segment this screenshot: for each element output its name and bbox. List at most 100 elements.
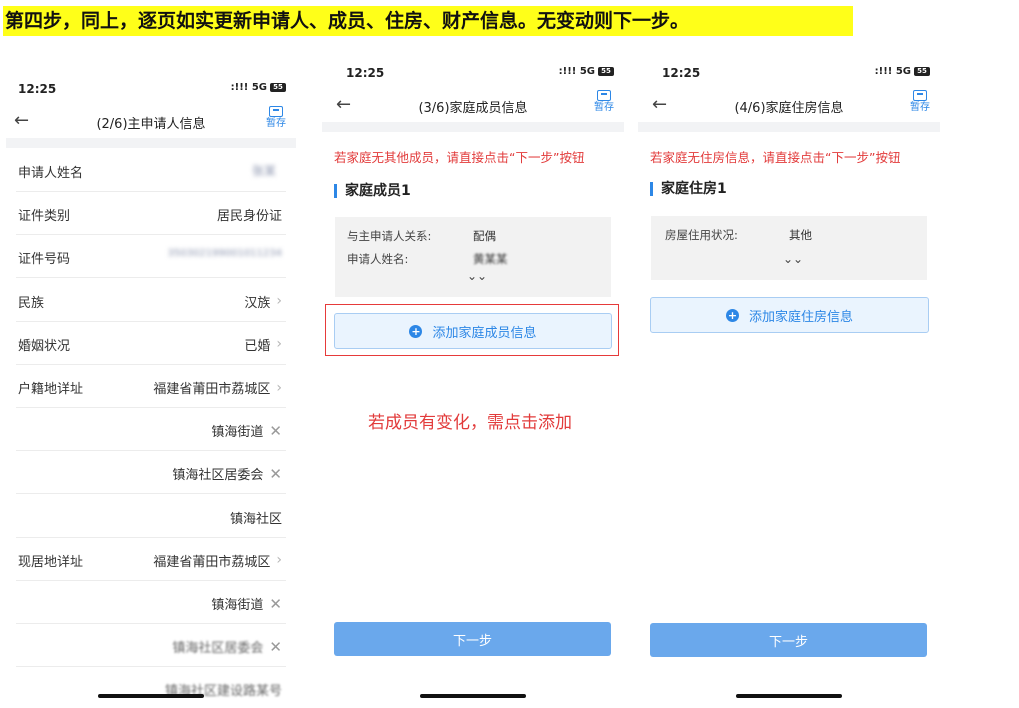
clear-icon[interactable]: ✕: [269, 422, 282, 440]
add-housing-button[interactable]: + 添加家庭住房信息: [650, 297, 929, 333]
field-value: 黄某某: [473, 252, 508, 266]
field-value: 配偶: [473, 229, 496, 243]
field-value: 350302199001011234: [167, 248, 282, 259]
home-indicator: [98, 694, 204, 698]
value-text: 镇海社区居委会: [172, 468, 264, 484]
form-row: 镇海街道 ✕: [16, 407, 286, 452]
form-row: 镇海街道 ✕: [16, 580, 286, 624]
clear-icon[interactable]: ✕: [269, 595, 282, 613]
next-step-button[interactable]: 下一步: [650, 623, 927, 657]
no-member-notice: 若家庭无其他成员，请直接点击“下一步”按钮: [334, 150, 585, 165]
save-icon: [913, 90, 927, 101]
field-key: 房屋住用状况:: [665, 228, 738, 242]
form-row: 证件号码 350302199001011234: [16, 234, 286, 279]
status-time: 12:25: [662, 66, 701, 80]
annotation-text: 若成员有变化，需点击添加: [368, 413, 572, 433]
phone-family-housing: 12:25 :!!! 5G 55 ← (4/6)家庭住房信息 暂存 若家庭无住房…: [638, 60, 940, 708]
save-label: 暂存: [910, 102, 930, 113]
next-step-button[interactable]: 下一步: [334, 622, 611, 656]
save-label: 暂存: [594, 102, 614, 113]
housing-card[interactable]: 房屋住用状况: 其他 ⌄⌄: [651, 216, 927, 280]
chevron-right-icon[interactable]: ›: [276, 552, 282, 568]
chevron-right-icon[interactable]: ›: [276, 293, 282, 309]
page-title: (4/6)家庭住房信息: [734, 101, 844, 116]
field-value: 已婚 ›: [244, 335, 282, 354]
save-icon: [269, 106, 283, 117]
save-icon: [597, 90, 611, 101]
save-draft-button[interactable]: 暂存: [910, 90, 930, 113]
nav-bar: ← (2/6)主申请人信息 暂存: [6, 106, 296, 136]
signal-indicator: :!!! 5G: [558, 66, 595, 77]
field-label: 申请人姓名: [18, 166, 84, 181]
expand-chevron-icon[interactable]: ⌄⌄: [783, 252, 803, 266]
header-divider: [6, 138, 296, 148]
add-member-button[interactable]: + 添加家庭成员信息: [334, 313, 612, 349]
field-value: 镇海社区居委会 ✕: [172, 637, 282, 657]
chevron-right-icon[interactable]: ›: [276, 336, 282, 352]
nav-bar: ← (3/6)家庭成员信息 暂存: [322, 90, 624, 120]
field-value: 镇海社区: [230, 508, 282, 527]
form-row[interactable]: 户籍地详址 福建省莆田市荔城区 ›: [16, 364, 286, 408]
form-row: 证件类别 居民身份证: [16, 191, 286, 236]
field-label: 证件类别: [18, 209, 71, 225]
clear-icon[interactable]: ✕: [269, 638, 282, 656]
form-row: 镇海社区: [16, 494, 286, 538]
chevron-right-icon[interactable]: ›: [276, 380, 282, 396]
field-value: 镇海街道 ✕: [211, 594, 282, 614]
field-label: 婚姻状况: [18, 338, 71, 354]
section-title: 家庭成员1: [334, 184, 411, 198]
header-divider: [322, 122, 624, 132]
value-text: 已婚: [244, 338, 271, 354]
no-housing-notice: 若家庭无住房信息，请直接点击“下一步”按钮: [650, 150, 901, 165]
value-text: 镇海街道: [211, 425, 264, 441]
save-label: 暂存: [266, 118, 286, 129]
phone-family-members: 12:25 :!!! 5G 55 ← (3/6)家庭成员信息 暂存 若家庭无其他…: [322, 60, 624, 708]
value-text: 福建省莆田市荔城区: [153, 554, 271, 570]
signal-indicator: :!!! 5G: [874, 66, 911, 77]
status-time: 12:25: [346, 66, 385, 80]
value-text: 福建省莆田市荔城区: [153, 382, 271, 397]
form-row: 申请人姓名 张某: [16, 148, 286, 192]
field-label: 民族: [18, 295, 45, 311]
value-text: 汉族: [244, 295, 271, 311]
value-text: 350302199001011234: [167, 248, 282, 260]
field-key: 申请人姓名:: [347, 252, 409, 266]
form-row: 镇海社区居委会 ✕: [16, 450, 286, 495]
status-right: :!!! 5G 55: [875, 66, 930, 77]
expand-chevron-icon[interactable]: ⌄⌄: [467, 269, 487, 283]
field-label: 户籍地详址: [18, 382, 84, 397]
status-bar: 12:25 :!!! 5G 55: [638, 60, 940, 84]
field-value: 镇海街道 ✕: [211, 421, 282, 441]
form-row[interactable]: 婚姻状况 已婚 ›: [16, 321, 286, 365]
field-value: 福建省莆田市荔城区 ›: [153, 551, 282, 570]
status-bar: 12:25 :!!! 5G 55: [6, 76, 296, 100]
value-text: 居民身份证: [216, 209, 282, 225]
field-value: 其他: [789, 228, 812, 242]
status-bar: 12:25 :!!! 5G 55: [322, 60, 624, 84]
field-value: 张某: [252, 162, 282, 179]
save-draft-button[interactable]: 暂存: [266, 106, 286, 129]
instruction-banner: 第四步，同上，逐页如实更新申请人、成员、住房、财产信息。无变动则下一步。: [3, 6, 853, 36]
form-row: 镇海社区居委会 ✕: [16, 623, 286, 668]
header-divider: [638, 122, 940, 132]
clear-icon[interactable]: ✕: [269, 465, 282, 483]
save-draft-button[interactable]: 暂存: [594, 90, 614, 113]
form-row[interactable]: 民族 汉族 ›: [16, 278, 286, 322]
field-label: 现居地详址: [18, 554, 84, 570]
field-value: 镇海社区居委会 ✕: [172, 464, 282, 484]
value-text: 镇海社区居委会: [172, 641, 264, 657]
status-time: 12:25: [18, 82, 57, 96]
home-indicator: [736, 694, 842, 698]
phone-applicant-info: 12:25 :!!! 5G 55 ← (2/6)主申请人信息 暂存 申请人姓名 张…: [6, 76, 296, 708]
page-title: (2/6)主申请人信息: [96, 117, 206, 132]
field-value: 福建省莆田市荔城区 ›: [153, 378, 282, 398]
form-row: 镇海社区建设路某号: [16, 666, 286, 708]
form-row[interactable]: 现居地详址 福建省莆田市荔城区 ›: [16, 537, 286, 581]
value-text: 镇海社区: [229, 511, 282, 527]
battery-icon: 55: [914, 67, 930, 76]
field-key: 与主申请人关系:: [347, 229, 432, 243]
member-card[interactable]: 与主申请人关系: 配偶 申请人姓名: 黄某某 ⌄⌄: [335, 217, 611, 297]
add-housing-label: 添加家庭住房信息: [748, 309, 853, 325]
page-title: (3/6)家庭成员信息: [418, 101, 528, 116]
nav-bar: ← (4/6)家庭住房信息 暂存: [638, 90, 940, 120]
